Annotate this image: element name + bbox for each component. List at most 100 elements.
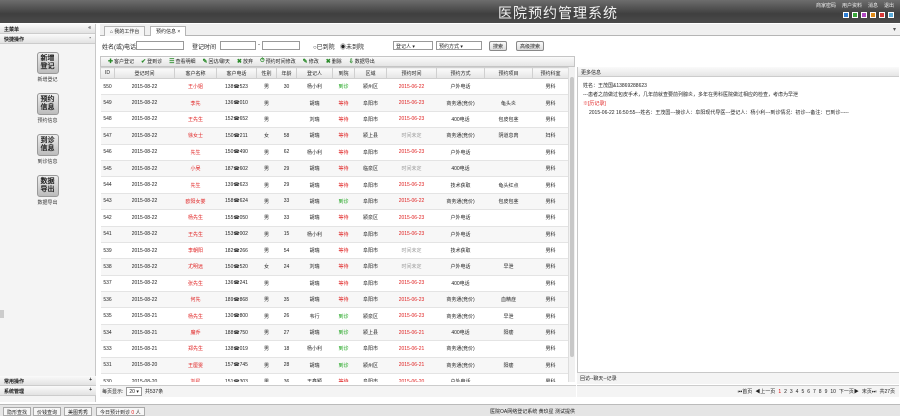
pager-page[interactable]: 9 [825,389,828,395]
tab-appointments[interactable]: 预约信息 × [150,26,187,36]
table-row[interactable]: 531 2015-08-20 王厘雯 157☎745 男 28 胡瑞 到诊 颍州区 2015-06… [100,357,568,375]
toolbar-button[interactable]: ✖ 删除 [326,58,342,65]
toolbar-button[interactable]: ⏱ 预约时间修改 [260,58,296,65]
pager-last[interactable]: 末页⏭ [862,388,877,395]
column-header[interactable]: 登记时间 [114,67,175,79]
status-tab-meitu[interactable]: 美图秀秀 [64,407,93,416]
theme-swatch[interactable] [870,12,876,18]
column-header[interactable]: 登记人 [296,67,333,79]
column-header[interactable]: 到院 [332,67,355,79]
table-row[interactable]: 548 2015-08-22 王先生 152☎652 男 刘瑞 等待 阜阳市 2015-06-2… [100,111,568,129]
toolbar-button[interactable]: ✚ 客户登记 [108,58,134,65]
toolbar-button[interactable]: ✖ 放弃 [237,58,253,65]
table-row[interactable]: 534 2015-08-21 魔乔 188☎750 男 27 胡瑞 到诊 颍上县 2015-06-… [100,324,568,342]
theme-swatch[interactable] [843,12,849,18]
column-header[interactable]: 区域 [354,67,387,79]
table-row[interactable]: 536 2015-08-22 何先 189☎868 男 35 胡瑞 等待 阜阳市 2015-06-… [100,291,568,309]
table-row[interactable]: 533 2015-08-21 郑先生 138☎019 男 18 杨小利 到诊 阜阳市 2015-0… [100,340,568,358]
column-header[interactable]: 预约科室 [532,67,568,79]
followup-chat-link[interactable]: 回访--聊天--记录 [577,372,899,384]
table-row[interactable]: 544 2015-08-22 先生 139☎623 男 29 胡瑞 等待 阜阳市 2015-06-… [100,176,568,194]
pager-page[interactable]: 8 [819,389,822,395]
link-messages[interactable]: 消息 [868,2,878,9]
sidebar-item-label[interactable]: 到诊信息 [37,158,57,165]
minus-icon[interactable]: - [89,35,91,41]
pager-page[interactable]: 5 [801,389,804,395]
sidebar-big-button[interactable]: 到诊信息 [36,134,59,156]
link-password[interactable]: 商家密码 [816,2,836,9]
sidebar-item-label[interactable]: 数据导出 [37,199,57,206]
column-header[interactable]: 客户电话 [216,67,257,79]
search-button[interactable]: 搜索 [489,41,508,51]
pager-first[interactable]: ⏮首页 [738,388,753,395]
tab-workbench[interactable]: ⌂ 我的工作台 [104,26,146,36]
theme-swatch[interactable] [852,12,858,18]
splitter-handle[interactable] [0,310,4,318]
close-icon[interactable]: × [177,29,180,35]
table-row[interactable]: 541 2015-08-22 王先生 153☎002 男 15 杨小利 等待 阜阳市 2015-0… [100,226,568,243]
column-header[interactable]: 性别 [256,67,277,79]
grid-scrollbar[interactable] [568,67,575,382]
pager-page[interactable]: 10 [830,389,836,395]
toolbar-button[interactable]: ☰ 查看明细 [169,58,195,65]
table-row[interactable]: 550 2015-08-22 王小姐 138☎523 男 30 杨小利 到诊 颍州区 2015-0… [100,78,568,96]
sidebar-big-button[interactable]: 新增登记 [36,52,59,74]
pager-page[interactable]: 7 [813,389,816,395]
toolbar-button[interactable]: ✎ 回访/聊天 [203,58,230,65]
pager-page[interactable]: 4 [796,389,799,395]
sidebar-section-quick[interactable]: 快捷操作 - [0,34,95,44]
column-header[interactable]: 预约时间 [386,67,437,79]
name-phone-input[interactable] [136,41,184,50]
registrar-select[interactable]: 登记人 ▾ [393,41,433,50]
table-row[interactable]: 535 2015-08-21 杨先生 130☎800 男 26 韦行 到诊 颍泉区 2015-06… [100,307,568,325]
column-header[interactable]: 年龄 [276,67,297,79]
method-select[interactable]: 预约方式 ▾ [436,41,482,50]
reg-time-end-input[interactable] [262,41,300,50]
toolbar-button[interactable]: ⇩ 数据导出 [349,58,375,65]
sidebar-big-button[interactable]: 数据导出 [36,175,59,197]
table-row[interactable]: 547 2015-08-22 徐女士 150☎211 女 58 胡瑞 等待 颍上县 时间未定 商务通… [100,127,568,145]
pager-page[interactable]: 6 [807,389,810,395]
table-row[interactable]: 538 2015-08-22 尤明远 150☎520 女 24 刘瑞 等待 阜阳市 时间未定 户外电… [100,258,568,276]
status-tab-price[interactable]: 价钱查询 [33,407,62,416]
table-row[interactable]: 537 2015-08-22 张先生 136☎241 男 胡瑞 等待 阜阳市 2015-06-2… [100,275,568,293]
plus-icon[interactable]: + [89,387,92,393]
sidebar-system-admin[interactable]: 系统管理 + [0,386,96,396]
pager-prev[interactable]: ◀上一页 [755,388,775,395]
column-header[interactable]: 预约项目 [484,67,533,79]
sidebar-common-ops[interactable]: 常用操作 + [0,376,96,386]
reg-time-start-input[interactable] [220,41,256,50]
pager-next[interactable]: 下一页▶ [839,388,859,395]
theme-swatch[interactable] [861,12,867,18]
sidebar-item-label[interactable]: 预约信息 [37,117,57,124]
sidebar-item-label[interactable]: 新增登记 [37,76,57,83]
column-header[interactable]: 客户名称 [174,67,217,79]
advanced-search-button[interactable]: 高级搜索 [516,41,545,51]
theme-swatch[interactable] [888,12,894,18]
toolbar-button[interactable]: ✎ 修改 [303,58,319,65]
table-row[interactable]: 5302015-08-20刘星151☎303男36王鑫颖等待阜阳市2015-06… [100,373,568,382]
plus-icon[interactable]: + [89,377,92,383]
per-page-select[interactable]: 20 ▾ [126,387,142,396]
radio-not-arrived[interactable]: ◉未到院 [340,42,364,51]
chevron-down-icon[interactable]: ▾ [893,26,896,33]
pager-page[interactable]: 3 [790,389,793,395]
table-row[interactable]: 542 2015-08-22 杨先生 155☎050 男 33 胡瑞 等待 颍泉区 2015-06… [100,209,568,227]
toolbar-button[interactable]: ✔ 登到诊 [141,58,162,65]
table-row[interactable]: 539 2015-08-22 李朝阳 182☎266 男 54 胡瑞 等待 阜阳市 时间未定 技术获… [100,242,568,260]
pager-page[interactable]: 2 [784,389,787,395]
radio-arrived[interactable]: ○已到院 [313,42,335,51]
table-row[interactable]: 545 2015-08-22 小吴 187☎602 男 29 胡瑞 等待 临泉区 时间未定 400电… [100,160,568,178]
collapse-icon[interactable]: « [88,25,91,31]
column-header[interactable]: 预约方式 [436,67,485,79]
link-profile[interactable]: 用户资料 [842,2,862,9]
status-today-expected[interactable]: 今日预计到诊 0 人 [96,407,145,416]
status-tab-search[interactable]: 隐形查找 [3,407,32,416]
pager-page[interactable]: 1 [778,389,781,395]
link-logout[interactable]: 退出 [884,2,894,9]
theme-swatch[interactable] [879,12,885,18]
table-row[interactable]: 543 2015-08-22 欧阳女娄 158☎624 男 33 胡瑞 到诊 阜阳市 2015-0… [100,193,568,211]
table-row[interactable]: 546 2015-08-22 先生 150☎490 男 62 杨小利 等待 阜阳市 2015-06… [100,144,568,161]
table-row[interactable]: 549 2015-08-22 李先 136☎010 男 胡瑞 等待 阜阳市 2015-06-23… [100,94,568,112]
column-header[interactable]: ID [100,67,115,79]
